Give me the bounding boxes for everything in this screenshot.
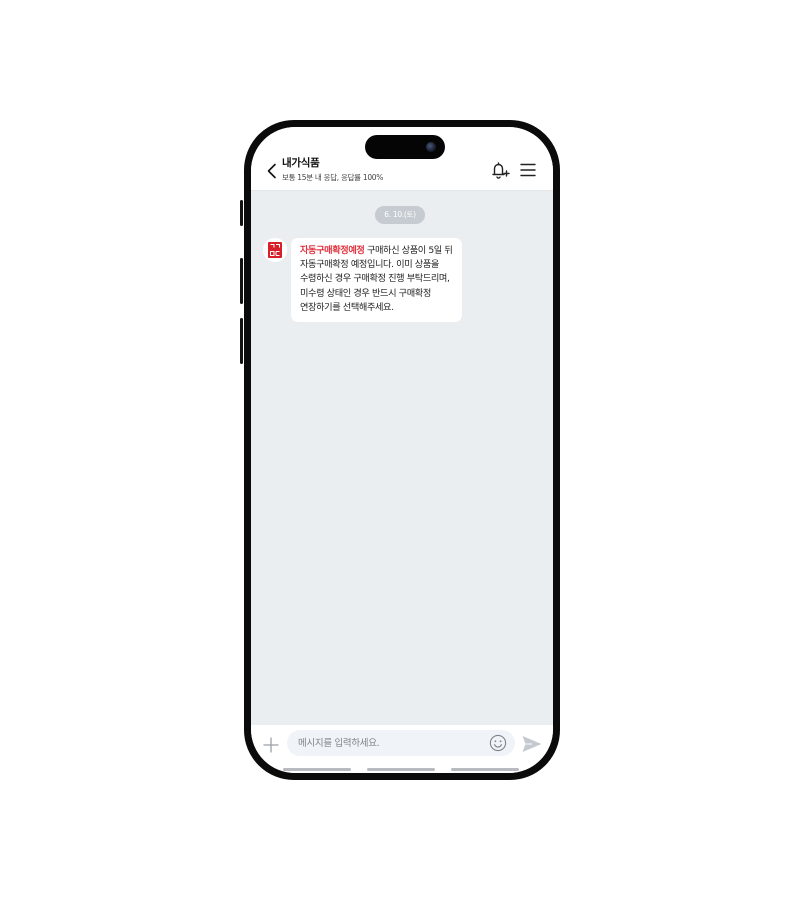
dynamic-island [365, 135, 445, 159]
send-icon[interactable] [521, 734, 543, 754]
bell-plus-icon[interactable] [489, 160, 511, 180]
response-rate-text: 보통 15분 내 응답, 응답률 100% [282, 173, 384, 182]
tab-indicator [451, 768, 519, 771]
tab-indicator [283, 768, 351, 771]
phone-volume-up-button [240, 258, 243, 304]
message-input-bar [251, 725, 553, 765]
message-field[interactable] [287, 730, 515, 756]
chat-title: 내가식품 [282, 157, 320, 169]
message-highlight: 자동구매확정예정 [300, 245, 365, 256]
seller-avatar[interactable] [263, 238, 287, 262]
chevron-left-icon[interactable] [265, 163, 279, 179]
smiley-icon[interactable] [489, 734, 507, 752]
message-bubble: 자동구매확정예정 구매하신 상품이 5일 뒤 자동구매확정 예정입니다. 이미 … [291, 238, 462, 323]
message-input[interactable] [298, 730, 483, 756]
camera-icon [426, 142, 436, 152]
hamburger-menu-icon[interactable] [520, 162, 536, 178]
phone-frame: 내가식품 보통 15분 내 응답, 응답률 100% 6. 10.(토) 자동구… [244, 120, 560, 780]
phone-screen: 내가식품 보통 15분 내 응답, 응답률 100% 6. 10.(토) 자동구… [251, 127, 553, 773]
bottom-area [251, 765, 553, 773]
brand-logo-icon [268, 242, 282, 258]
phone-action-button [240, 200, 243, 226]
home-indicator [381, 773, 421, 777]
stage: 내가식품 보통 15분 내 응답, 응답률 100% 6. 10.(토) 자동구… [0, 0, 800, 900]
date-separator: 6. 10.(토) [375, 206, 425, 224]
phone-volume-down-button [240, 318, 243, 364]
tab-indicator [367, 768, 435, 771]
plus-icon[interactable] [263, 737, 279, 753]
